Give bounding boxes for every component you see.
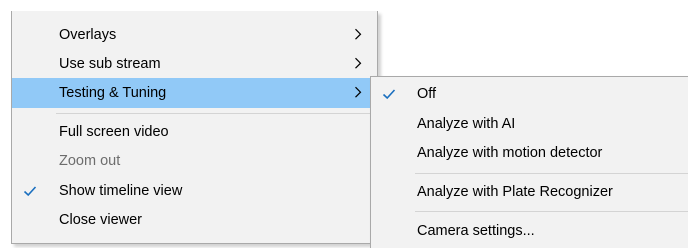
submenu-item-analyze-motion[interactable]: Analyze with motion detector — [371, 138, 688, 168]
menu-item-overlays[interactable]: Overlays — [12, 20, 377, 50]
chevron-right-icon — [353, 84, 363, 100]
menu-separator — [415, 173, 688, 174]
submenu-item-label: Analyze with AI — [417, 116, 516, 132]
menu-item-label: Zoom out — [59, 153, 121, 169]
chevron-right-icon — [353, 26, 363, 42]
check-icon — [22, 183, 38, 199]
testing-tuning-submenu: Off Analyze with AI Analyze with motion … — [370, 76, 688, 248]
menu-item-label: Full screen video — [59, 124, 169, 140]
menu-item-close-viewer[interactable]: Close viewer — [12, 205, 377, 235]
submenu-item-label: Camera settings... — [417, 223, 535, 239]
menu-item-label: Show timeline view — [59, 183, 183, 199]
chevron-right-icon — [353, 55, 363, 71]
menu-separator — [415, 211, 688, 212]
submenu-item-label: Off — [417, 86, 437, 102]
menu-separator — [56, 113, 371, 114]
check-icon — [381, 86, 397, 102]
submenu-item-off[interactable]: Off — [371, 79, 688, 109]
submenu-item-analyze-ai[interactable]: Analyze with AI — [371, 109, 688, 139]
menu-item-show-timeline-view[interactable]: Show timeline view — [12, 176, 377, 206]
menu-item-label: Testing & Tuning — [59, 85, 167, 101]
context-menu: Overlays Use sub stream Testing & Tuning… — [11, 11, 378, 244]
submenu-item-analyze-plate[interactable]: Analyze with Plate Recognizer — [371, 177, 688, 207]
submenu-item-label: Analyze with motion detector — [417, 145, 603, 161]
menu-item-label: Overlays — [59, 27, 117, 43]
menu-item-label: Close viewer — [59, 212, 142, 228]
menu-item-full-screen-video[interactable]: Full screen video — [12, 117, 377, 147]
menu-item-label: Use sub stream — [59, 56, 161, 72]
menu-item-testing-tuning[interactable]: Testing & Tuning — [12, 78, 377, 108]
menu-item-zoom-out: Zoom out — [12, 146, 377, 176]
menu-item-use-sub-stream[interactable]: Use sub stream — [12, 49, 377, 79]
submenu-item-label: Analyze with Plate Recognizer — [417, 184, 613, 200]
